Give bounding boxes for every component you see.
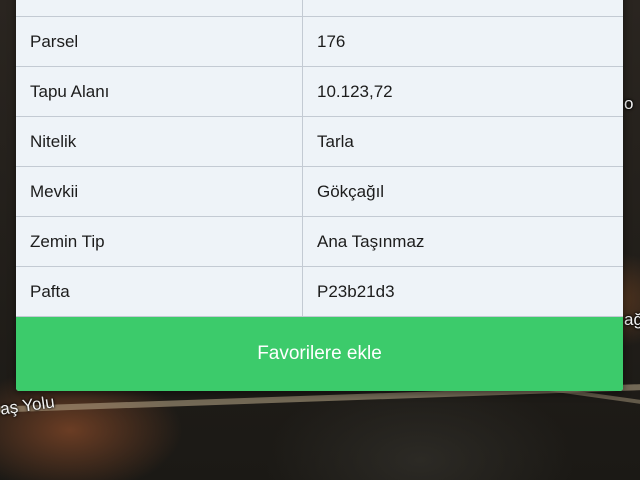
row-value: 10.123,72 [317,81,393,101]
add-to-favorites-button[interactable]: Favorilere ekle [16,317,623,391]
row-value: 176 [317,31,346,51]
row-key: Nitelik [16,117,303,166]
table-row: Nitelik Tarla [16,117,623,167]
row-key: Parsel [16,17,303,66]
row-value: P23b21d3 [317,281,395,301]
map-edge-label: o [624,94,634,113]
row-value [303,0,623,16]
road-label: aş Yolu [0,392,56,419]
row-key: Zemin Tip [16,217,303,266]
row-key [16,0,303,16]
table-row: Tapu Alanı 10.123,72 [16,67,623,117]
table-row: Mevkii Gökçağıl [16,167,623,217]
table-row [16,0,623,17]
row-key: Tapu Alanı [16,67,303,116]
table-row: Zemin Tip Ana Taşınmaz [16,217,623,267]
table-row: Parsel 176 [16,17,623,67]
row-value: Gökçağıl [317,181,385,201]
map-edge-label: ağ [624,310,640,329]
row-value: Tarla [317,131,354,151]
parcel-details-panel: Parsel 176 Tapu Alanı 10.123,72 Nitelik … [16,0,623,391]
row-key: Mevkii [16,167,303,216]
row-key: Pafta [16,267,303,316]
table-row: Pafta P23b21d3 [16,267,623,317]
row-value: Ana Taşınmaz [317,231,425,251]
